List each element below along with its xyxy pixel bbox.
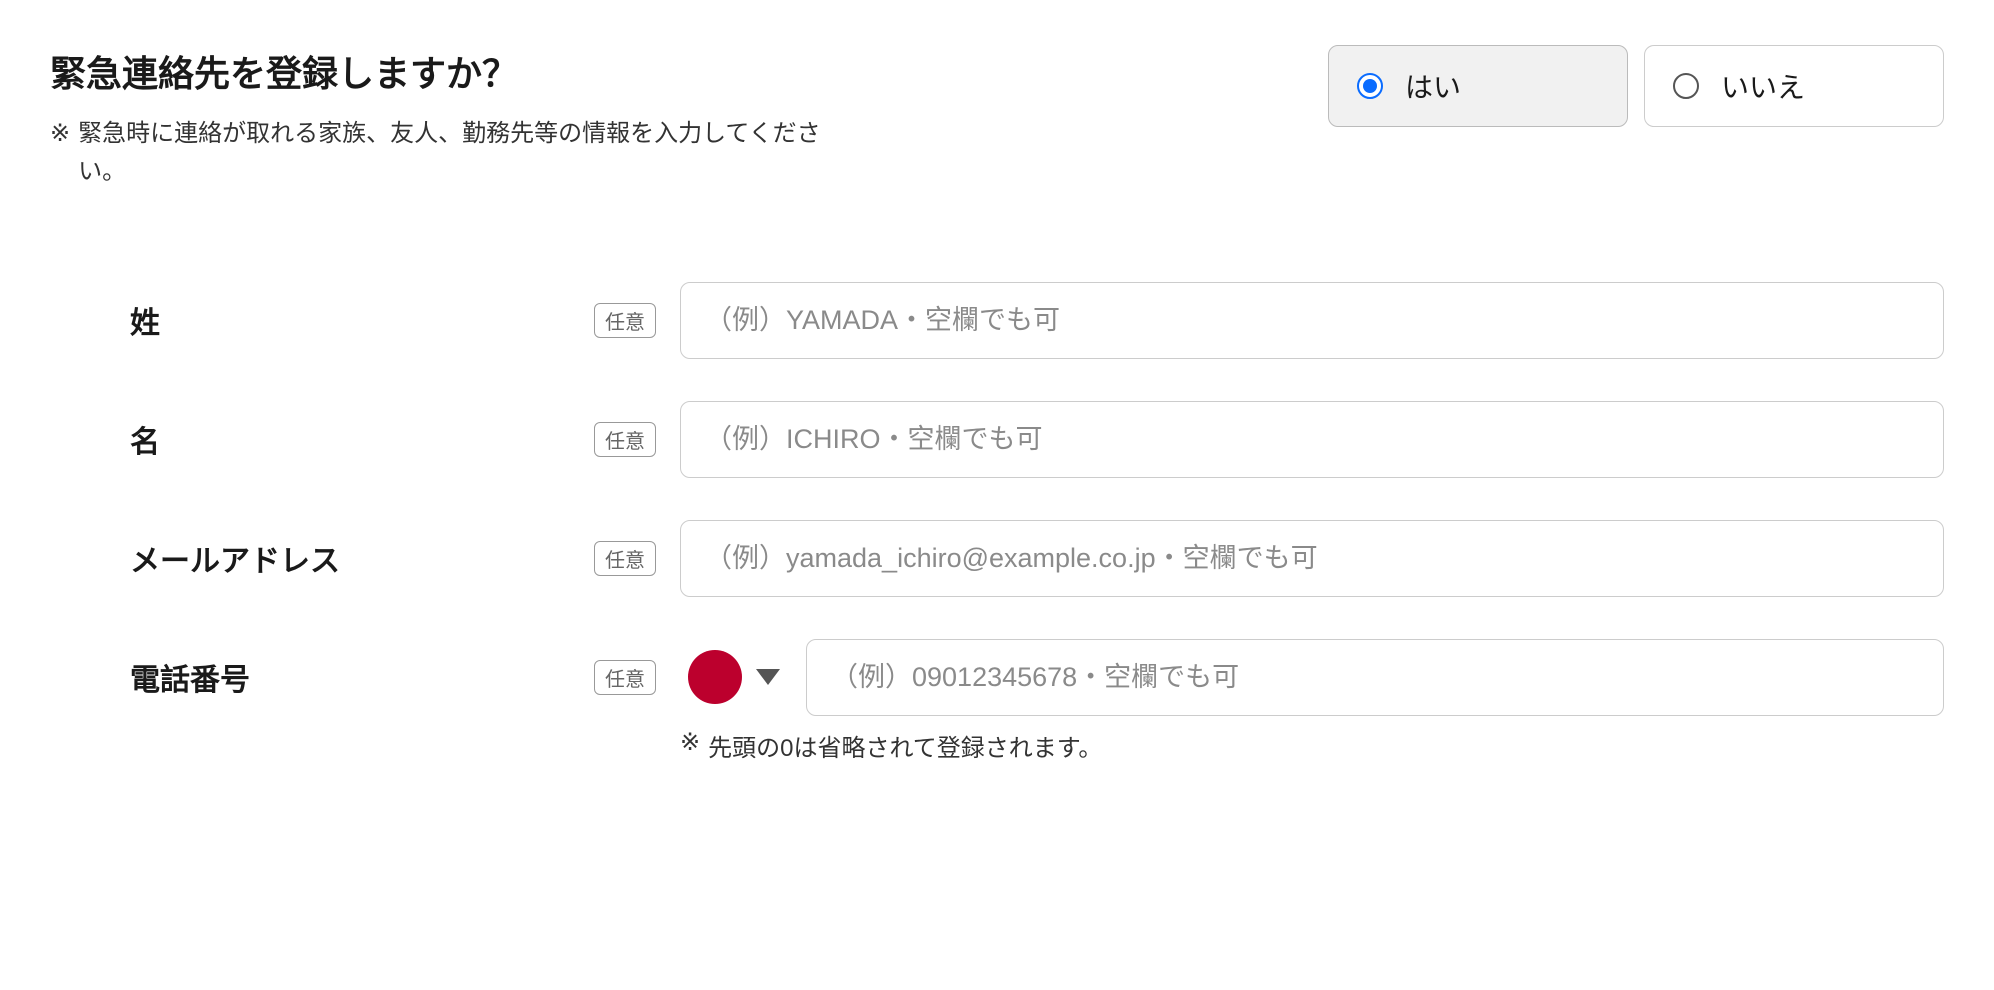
question-title: 緊急連絡先を登録しますか？: [50, 45, 1288, 97]
chevron-down-icon: [756, 669, 780, 685]
email-label: メールアドレス: [130, 536, 340, 580]
radio-no[interactable]: いいえ: [1644, 45, 1944, 127]
surname-input[interactable]: [680, 282, 1944, 359]
question-note: 緊急時に連絡が取れる家族、友人、勤務先等の情報を入力してください。: [78, 115, 838, 192]
given-name-label: 名: [130, 417, 160, 461]
optional-tag: 任意: [594, 660, 656, 695]
surname-label: 姓: [130, 298, 160, 342]
phone-label: 電話番号: [130, 655, 250, 699]
radio-yes[interactable]: はい: [1328, 45, 1628, 127]
optional-tag: 任意: [594, 303, 656, 338]
radio-circle-icon: [1357, 73, 1383, 99]
optional-tag: 任意: [594, 422, 656, 457]
japan-flag-icon: [688, 650, 742, 704]
country-code-selector[interactable]: [680, 642, 788, 712]
radio-circle-icon: [1673, 73, 1699, 99]
optional-tag: 任意: [594, 541, 656, 576]
note-asterisk: ※: [50, 115, 70, 153]
register-radio-group: はい いいえ: [1328, 45, 1944, 127]
given-name-input[interactable]: [680, 401, 1944, 478]
radio-yes-label: はい: [1405, 66, 1461, 106]
email-input[interactable]: [680, 520, 1944, 597]
radio-no-label: いいえ: [1721, 66, 1805, 106]
phone-input[interactable]: [806, 639, 1944, 716]
phone-note: 先頭の0は省略されて登録されます。: [708, 728, 1102, 763]
phone-note-asterisk: ※: [680, 728, 700, 757]
